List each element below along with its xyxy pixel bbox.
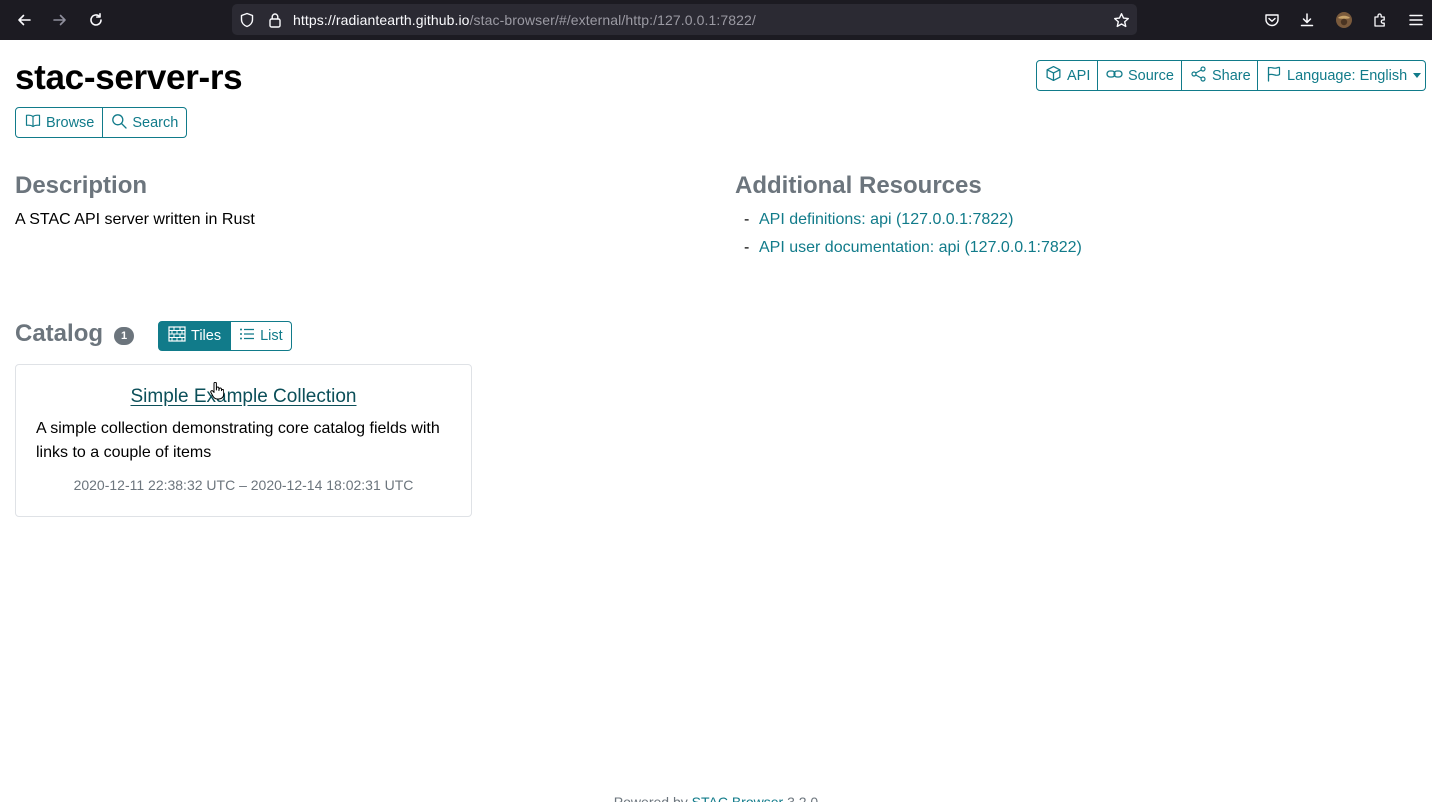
link-icon xyxy=(1106,68,1123,84)
star-icon[interactable] xyxy=(1112,11,1130,29)
shield-icon[interactable] xyxy=(238,11,256,29)
browse-label: Browse xyxy=(46,114,95,131)
url-host: https://radiantearth.github.io xyxy=(293,12,470,28)
footer-version: 3.2.0 xyxy=(787,794,819,802)
list-bullet: - xyxy=(744,239,750,256)
book-icon xyxy=(25,114,41,132)
list-view-button[interactable]: List xyxy=(231,321,292,351)
source-button[interactable]: Source xyxy=(1098,60,1182,91)
profile-avatar[interactable] xyxy=(1333,9,1355,31)
api-definitions-link[interactable]: API definitions: api (127.0.0.1:7822) xyxy=(759,211,1013,239)
download-icon[interactable] xyxy=(1296,9,1318,31)
tiles-view-button[interactable]: Tiles xyxy=(158,321,232,351)
view-toggle-group: Tiles List xyxy=(158,321,292,351)
source-label: Source xyxy=(1128,67,1174,84)
flag-icon xyxy=(1266,66,1282,86)
stac-browser-link[interactable]: STAC Browser xyxy=(692,794,784,802)
collection-title-link[interactable]: Simple Example Collection xyxy=(131,386,357,407)
grid-icon xyxy=(168,326,186,346)
address-bar[interactable]: https://radiantearth.github.io/stac-brow… xyxy=(232,4,1137,35)
back-icon[interactable] xyxy=(12,8,36,32)
card-description: A simple collection demonstrating core c… xyxy=(36,420,440,461)
url-path: /stac-browser/#/external/http:/127.0.0.1… xyxy=(469,12,756,28)
resources-heading: Additional Resources xyxy=(735,172,982,199)
list-item: - API definitions: api (127.0.0.1:7822) xyxy=(744,211,1082,239)
catalog-heading: Catalog xyxy=(15,320,104,347)
list-bullet: - xyxy=(744,211,750,228)
forward-icon[interactable] xyxy=(48,8,72,32)
extensions-icon[interactable] xyxy=(1369,9,1391,31)
browse-button[interactable]: Browse xyxy=(15,107,104,138)
search-icon xyxy=(111,113,128,133)
toolbar-button-group: API Source Share Language: English xyxy=(1036,60,1426,91)
api-label: API xyxy=(1067,67,1091,84)
collection-card[interactable]: Simple Example Collection A simple colle… xyxy=(15,364,472,517)
resources-list: - API definitions: api (127.0.0.1:7822) … xyxy=(744,211,1082,267)
footer: Powered by STAC Browser 3.2.0 xyxy=(0,794,1432,802)
search-label: Search xyxy=(132,114,179,131)
description-text: A STAC API server written in Rust xyxy=(15,211,255,228)
language-dropdown[interactable]: Language: English xyxy=(1258,60,1426,91)
menu-icon[interactable] xyxy=(1405,9,1427,31)
api-documentation-link[interactable]: API user documentation: api (127.0.0.1:7… xyxy=(759,239,1082,267)
list-item: - API user documentation: api (127.0.0.1… xyxy=(744,239,1082,267)
hand-cursor-icon xyxy=(210,381,225,405)
list-icon xyxy=(239,327,255,345)
card-title: Simple Example Collection xyxy=(16,386,471,408)
pocket-icon[interactable] xyxy=(1261,9,1283,31)
reload-icon[interactable] xyxy=(84,8,108,32)
box-icon xyxy=(1045,65,1062,86)
list-label: List xyxy=(260,328,283,344)
tiles-label: Tiles xyxy=(191,328,222,344)
description-heading: Description xyxy=(15,172,148,199)
nav-button-group: Browse Search xyxy=(15,107,188,138)
page-title: stac-server-rs xyxy=(15,58,243,97)
browser-toolbar: https://radiantearth.github.io/stac-brow… xyxy=(0,0,1432,40)
share-button[interactable]: Share xyxy=(1182,60,1258,91)
catalog-count-badge: 1 xyxy=(114,327,134,345)
card-temporal-extent: 2020-12-11 22:38:32 UTC – 2020-12-14 18:… xyxy=(73,477,414,493)
lock-icon[interactable] xyxy=(266,11,284,29)
share-label: Share xyxy=(1212,67,1251,84)
search-button[interactable]: Search xyxy=(103,107,188,138)
url-text[interactable]: https://radiantearth.github.io/stac-brow… xyxy=(293,12,756,28)
language-label: Language: English xyxy=(1287,67,1408,84)
chevron-down-icon xyxy=(1413,73,1422,78)
share-icon xyxy=(1190,65,1207,86)
api-button[interactable]: API xyxy=(1036,60,1098,91)
footer-prefix: Powered by xyxy=(613,794,688,802)
